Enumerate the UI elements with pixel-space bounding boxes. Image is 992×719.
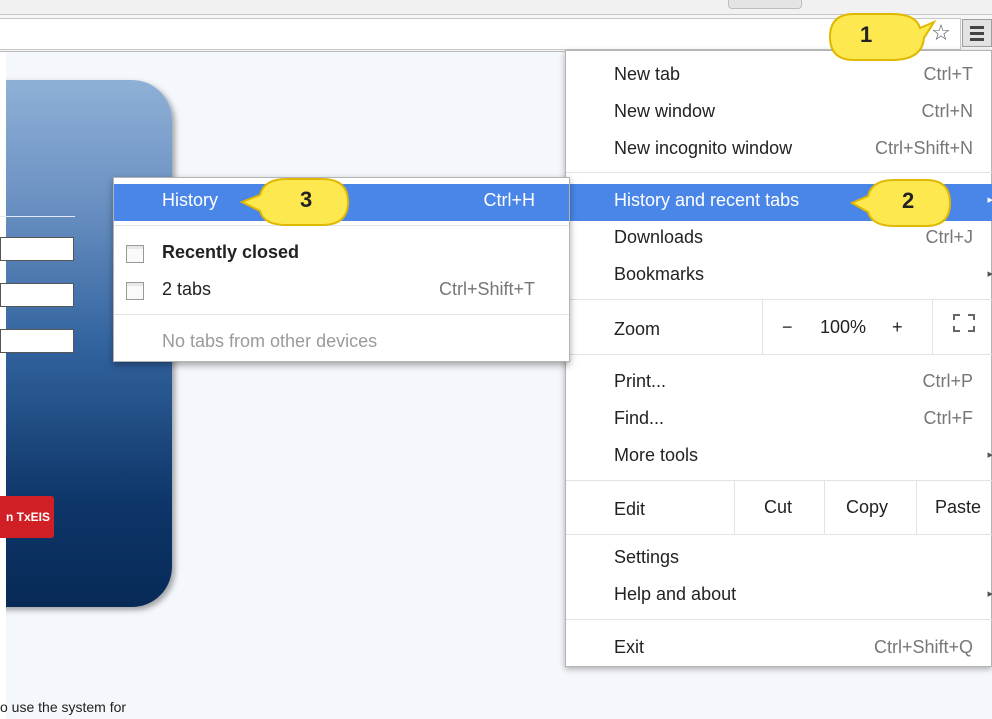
cell-divider [762, 299, 763, 354]
menu-separator [566, 619, 992, 620]
menu-item-exit[interactable]: Exit Ctrl+Shift+Q [566, 631, 992, 668]
callout-2: 2 [850, 176, 954, 230]
zoom-out-button[interactable]: − [782, 317, 793, 338]
menu-item-shortcut: Ctrl+P [922, 371, 973, 391]
menu-item-label: Settings [614, 547, 680, 567]
menu-item-label: More tools [614, 445, 699, 465]
recently-closed-header: Recently closed [114, 236, 569, 273]
zoom-level: 100% [820, 317, 867, 337]
menu-item-label: Print... [614, 371, 667, 391]
callout-2-number: 2 [902, 188, 915, 213]
callout-1-number: 1 [860, 22, 873, 47]
menu-item-label: New window [614, 101, 716, 121]
menu-item-new-window[interactable]: New window Ctrl+N [566, 95, 992, 132]
submenu-item-shortcut: Ctrl+H [483, 190, 535, 210]
submenu-item-label: History [162, 190, 219, 210]
copy-button[interactable]: Copy [846, 497, 888, 518]
zoom-label: Zoom [614, 319, 661, 339]
page-icon [126, 282, 144, 300]
menu-separator [566, 172, 992, 173]
no-tabs-message: No tabs from other devices [114, 325, 569, 362]
edit-label: Edit [614, 499, 646, 519]
menu-item-label: New incognito window [614, 138, 793, 158]
menu-item-new-incognito-window[interactable]: New incognito window Ctrl+Shift+N [566, 132, 992, 169]
menu-separator [566, 480, 992, 481]
window-left-edge [0, 52, 6, 719]
menu-separator [114, 314, 569, 315]
submenu-arrow-icon: ▸ [987, 588, 992, 600]
login-button[interactable]: n TxEIS [0, 496, 54, 538]
menu-separator [566, 354, 992, 355]
menu-item-shortcut: Ctrl+Shift+N [874, 138, 973, 158]
menu-item-label: Find... [614, 408, 665, 428]
menu-item-find[interactable]: Find... Ctrl+F [566, 402, 992, 439]
browser-menu: New tab Ctrl+T New window Ctrl+N New inc… [565, 50, 992, 667]
submenu-arrow-icon: ▸ [987, 194, 992, 206]
menu-item-print[interactable]: Print... Ctrl+P [566, 365, 992, 402]
menu-item-shortcut: Ctrl+T [923, 64, 974, 84]
zoom-in-button[interactable]: + [892, 317, 903, 338]
menu-item-settings[interactable]: Settings [566, 541, 992, 578]
page-icon [126, 245, 144, 263]
menu-item-label: Bookmarks [614, 264, 705, 284]
cut-button[interactable]: Cut [764, 497, 792, 518]
menu-item-label: Help and about [614, 584, 737, 604]
cell-divider [734, 480, 735, 534]
login-divider [0, 216, 75, 217]
menu-item-bookmarks[interactable]: Bookmarks ▸ [566, 258, 992, 295]
submenu-arrow-icon: ▸ [987, 268, 992, 280]
menu-item-shortcut: Ctrl+F [923, 408, 974, 428]
fullscreen-icon[interactable] [953, 314, 975, 332]
cell-divider [824, 480, 825, 534]
menu-item-label: New tab [614, 64, 681, 84]
submenu-arrow-icon: ▸ [987, 449, 992, 461]
callout-3: 3 [240, 175, 352, 229]
menu-item-shortcut: Ctrl+J [925, 227, 973, 247]
username-input[interactable] [0, 237, 74, 261]
cell-divider [916, 480, 917, 534]
menu-item-label: Exit [614, 637, 645, 657]
callout-3-number: 3 [300, 187, 313, 212]
menu-item-more-tools[interactable]: More tools ▸ [566, 439, 992, 476]
footer-text: o use the system for [0, 699, 127, 715]
submenu-item-shortcut: Ctrl+Shift+T [438, 279, 535, 299]
tab-edge[interactable] [728, 0, 802, 9]
cell-divider [932, 299, 933, 354]
menu-item-shortcut: Ctrl+Shift+Q [873, 637, 973, 657]
menu-separator [566, 534, 992, 535]
password-input[interactable] [0, 283, 74, 307]
submenu-item-label: 2 tabs [162, 279, 212, 299]
hamburger-menu-icon[interactable] [962, 19, 992, 47]
district-input[interactable] [0, 329, 74, 353]
recently-closed-label: Recently closed [162, 242, 300, 262]
paste-button[interactable]: Paste [935, 497, 981, 518]
menu-item-label: History and recent tabs [614, 190, 800, 210]
menu-item-label: Downloads [614, 227, 704, 247]
menu-item-shortcut: Ctrl+N [921, 101, 973, 121]
menu-separator [566, 299, 992, 300]
menu-item-help-and-about[interactable]: Help and about ▸ [566, 578, 992, 615]
address-bar[interactable] [0, 18, 961, 50]
submenu-item-2-tabs[interactable]: 2 tabs Ctrl+Shift+T [114, 273, 569, 310]
callout-1: 1 [826, 10, 938, 64]
no-tabs-label: No tabs from other devices [162, 331, 378, 351]
